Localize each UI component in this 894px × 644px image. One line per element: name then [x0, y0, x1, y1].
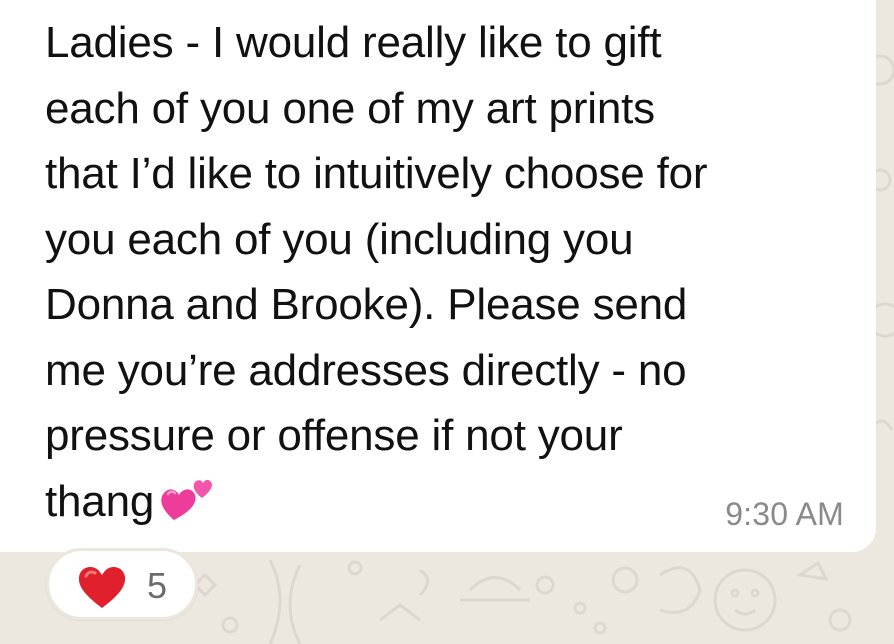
red-heart-icon — [76, 564, 128, 615]
message-body: Ladies - I would really like to gift eac… — [45, 18, 708, 526]
reaction-pill[interactable]: 5 — [46, 548, 198, 620]
message-timestamp: 9:30 AM — [725, 496, 844, 532]
two-hearts-icon — [160, 475, 214, 541]
message-text: Ladies - I would really like to gift eac… — [45, 10, 865, 540]
reaction-count: 5 — [147, 565, 168, 606]
